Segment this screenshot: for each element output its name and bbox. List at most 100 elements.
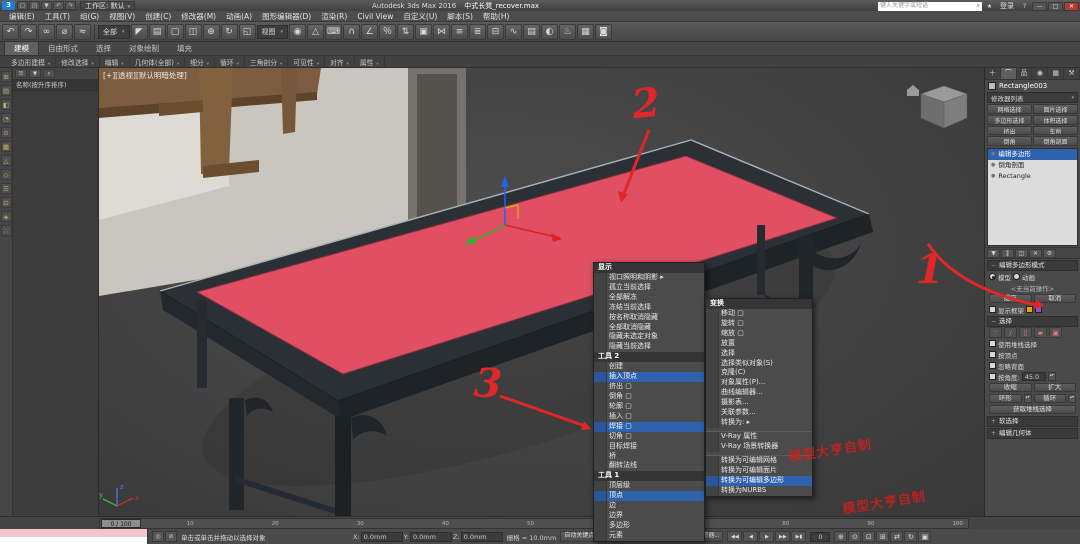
reference-coordinate-dropdown[interactable]: 视图 bbox=[256, 24, 289, 39]
quad-menu-item[interactable]: 转换为NURBS bbox=[706, 485, 812, 496]
side-toolbar-icon[interactable]: ⊡ bbox=[0, 197, 12, 208]
side-toolbar-icon[interactable]: ◇ bbox=[0, 169, 12, 180]
modifier-button[interactable]: 多边形选择 bbox=[987, 114, 1032, 125]
quad-menu-item[interactable]: V-Ray 场景转换器 bbox=[706, 441, 812, 452]
explorer-filter-icon[interactable]: ▼ bbox=[29, 69, 41, 78]
use-stack-selection-checkbox[interactable] bbox=[989, 340, 996, 347]
material-editor-icon[interactable]: ◐ bbox=[541, 23, 559, 40]
sign-in-button[interactable]: 登录 bbox=[997, 1, 1017, 11]
close-button[interactable]: ✕ bbox=[1064, 1, 1079, 11]
explorer-menu-icon[interactable]: ☰ bbox=[15, 69, 27, 78]
scripter-line[interactable] bbox=[0, 536, 147, 544]
ribbon-tab[interactable]: 对象绘制 bbox=[120, 42, 168, 55]
configure-modifier-sets-icon[interactable]: ⚙ bbox=[1043, 249, 1056, 258]
quad-menu-item[interactable]: 放置 bbox=[706, 338, 812, 349]
quad-menu-item[interactable]: 切角 ▢ bbox=[594, 431, 704, 442]
zoom-icon[interactable]: ⊕ bbox=[834, 531, 848, 542]
go-to-start-icon[interactable]: ◀◀ bbox=[727, 531, 743, 542]
bind-to-space-warp-icon[interactable]: ≈ bbox=[74, 23, 91, 40]
menu-item[interactable]: 组(G) bbox=[75, 11, 104, 22]
menu-item[interactable]: 自定义(U) bbox=[398, 11, 442, 22]
rollout-edit-geometry[interactable]: 编辑几何体 bbox=[987, 428, 1078, 439]
modifier-button[interactable]: 面片选择 bbox=[1033, 104, 1078, 114]
quad-menu-item[interactable]: 视口照明和阴影 ▸ bbox=[594, 272, 704, 283]
quad-menu-item[interactable]: 插入顶点 bbox=[594, 372, 704, 383]
border-subobject-icon[interactable]: ▯ bbox=[1019, 327, 1032, 338]
save-file-icon[interactable]: ▼ bbox=[41, 1, 52, 10]
vertex-subobject-icon[interactable]: ∵ bbox=[989, 327, 1002, 338]
cage-color-swatch[interactable] bbox=[1026, 306, 1033, 313]
quad-menu-item[interactable]: 孤立当前选择 bbox=[594, 282, 704, 293]
side-toolbar-icon[interactable]: ☰ bbox=[0, 183, 12, 194]
isolate-selection-toggle-icon[interactable]: ◎ bbox=[152, 531, 164, 542]
pin-stack-icon[interactable]: ▼ bbox=[987, 249, 1000, 258]
ribbon-panel-label[interactable]: 对齐 bbox=[325, 56, 355, 67]
percent-snap-icon[interactable]: ％ bbox=[379, 23, 397, 40]
menu-item[interactable]: 帮助(H) bbox=[478, 11, 515, 22]
stack-item[interactable]: ● 编辑多边形 bbox=[988, 149, 1077, 160]
side-toolbar-icon[interactable]: ◈ bbox=[0, 211, 12, 222]
animate-radio[interactable] bbox=[1013, 273, 1020, 280]
app-logo-icon[interactable]: 3 bbox=[2, 1, 15, 10]
window-crossing-icon[interactable]: ◫ bbox=[184, 23, 202, 40]
select-and-manipulate-icon[interactable]: △ bbox=[307, 23, 325, 40]
coord-x-field[interactable]: 0.0mm bbox=[360, 531, 403, 542]
ribbon-panel-label[interactable]: 属性 bbox=[355, 56, 385, 67]
stack-item[interactable]: ● 倒角剖面 bbox=[988, 160, 1077, 171]
by-angle-checkbox[interactable] bbox=[989, 373, 996, 380]
infocenter-search-input[interactable]: 键入关键字或短语 ⌕ bbox=[878, 1, 982, 11]
zoom-all-icon[interactable]: ⊙ bbox=[848, 531, 862, 542]
quad-menu-item[interactable]: 轮廓 ▢ bbox=[594, 401, 704, 412]
open-file-icon[interactable]: ◳ bbox=[29, 1, 40, 10]
side-toolbar-icon[interactable]: △ bbox=[0, 155, 12, 166]
quad-menu-item[interactable]: 克隆(C) bbox=[706, 368, 812, 379]
pan-icon[interactable]: ⇄ bbox=[890, 531, 904, 542]
visibility-bulb-icon[interactable]: ● bbox=[991, 160, 995, 171]
select-object-icon[interactable]: ◤ bbox=[130, 23, 148, 40]
align-icon[interactable]: ≡ bbox=[451, 23, 469, 40]
time-slider-handle[interactable]: 0 / 100 bbox=[101, 519, 141, 528]
time-slider-track[interactable]: 0102030405060708090100 0 / 100 bbox=[99, 518, 969, 529]
previous-frame-icon[interactable]: ◀ bbox=[743, 531, 759, 542]
ribbon-panel-label[interactable]: 几何体(全部) bbox=[130, 56, 186, 67]
select-and-move-icon[interactable]: ⊕ bbox=[202, 23, 220, 40]
model-radio[interactable] bbox=[989, 273, 996, 280]
motion-tab[interactable]: ◉ bbox=[1032, 68, 1049, 79]
rectangular-selection-region-icon[interactable]: ▢ bbox=[166, 23, 184, 40]
ribbon-tab[interactable]: 选择 bbox=[87, 42, 120, 55]
search-icon[interactable]: ⌕ bbox=[977, 2, 980, 10]
menu-item[interactable]: 工具(T) bbox=[40, 11, 75, 22]
stack-item[interactable]: ● Rectangle bbox=[988, 171, 1077, 182]
layer-manager-icon[interactable]: ≣ bbox=[469, 23, 487, 40]
render-production-icon[interactable]: ◙ bbox=[595, 23, 613, 40]
ribbon-tab[interactable]: 自由形式 bbox=[39, 42, 87, 55]
zoom-region-icon[interactable]: ⊞ bbox=[876, 531, 890, 542]
snap-toggle-3d-icon[interactable]: ∩ bbox=[343, 23, 361, 40]
side-toolbar-icon[interactable]: ∴ bbox=[0, 225, 12, 236]
menu-item[interactable]: 修改器(M) bbox=[176, 11, 221, 22]
render-setup-icon[interactable]: ♨ bbox=[559, 23, 577, 40]
object-color-swatch[interactable] bbox=[988, 82, 996, 90]
explorer-list[interactable] bbox=[13, 91, 98, 515]
quad-menu-item[interactable]: 挤出 ▢ bbox=[594, 382, 704, 392]
edit-named-selection-sets-icon[interactable]: ▣ bbox=[415, 23, 433, 40]
go-to-end-icon[interactable]: ▶▮ bbox=[791, 531, 807, 542]
use-pivot-point-icon[interactable]: ◉ bbox=[289, 23, 307, 40]
curve-editor-icon[interactable]: ∿ bbox=[505, 23, 523, 40]
angle-value-field[interactable]: 45.0 bbox=[1021, 372, 1046, 381]
explorer-name-column-header[interactable]: 名称(按升序排序) bbox=[13, 80, 98, 91]
side-toolbar-icon[interactable]: ◔ bbox=[0, 113, 12, 124]
show-end-result-icon[interactable]: ‖ bbox=[1001, 249, 1014, 258]
minimize-button[interactable]: — bbox=[1032, 1, 1047, 11]
maximize-viewport-icon[interactable]: ▣ bbox=[918, 531, 932, 542]
quad-menu-item[interactable]: 顶点 bbox=[594, 491, 704, 502]
rollout-selection[interactable]: 选择 bbox=[987, 316, 1078, 327]
hierarchy-tab[interactable]: 品 bbox=[1017, 68, 1033, 79]
quad-menu-item[interactable]: 隐藏未选定对象 bbox=[594, 332, 704, 343]
play-icon[interactable]: ▶ bbox=[759, 531, 775, 542]
modifier-button[interactable]: 车削 bbox=[1033, 125, 1078, 136]
selection-lock-toggle-icon[interactable]: ⊘ bbox=[165, 531, 177, 542]
quad-menu-item[interactable]: 目标焊接 bbox=[594, 441, 704, 452]
menu-item[interactable]: 编辑(E) bbox=[4, 11, 40, 22]
ring-spinner[interactable]: ▴▾ bbox=[1023, 394, 1032, 403]
